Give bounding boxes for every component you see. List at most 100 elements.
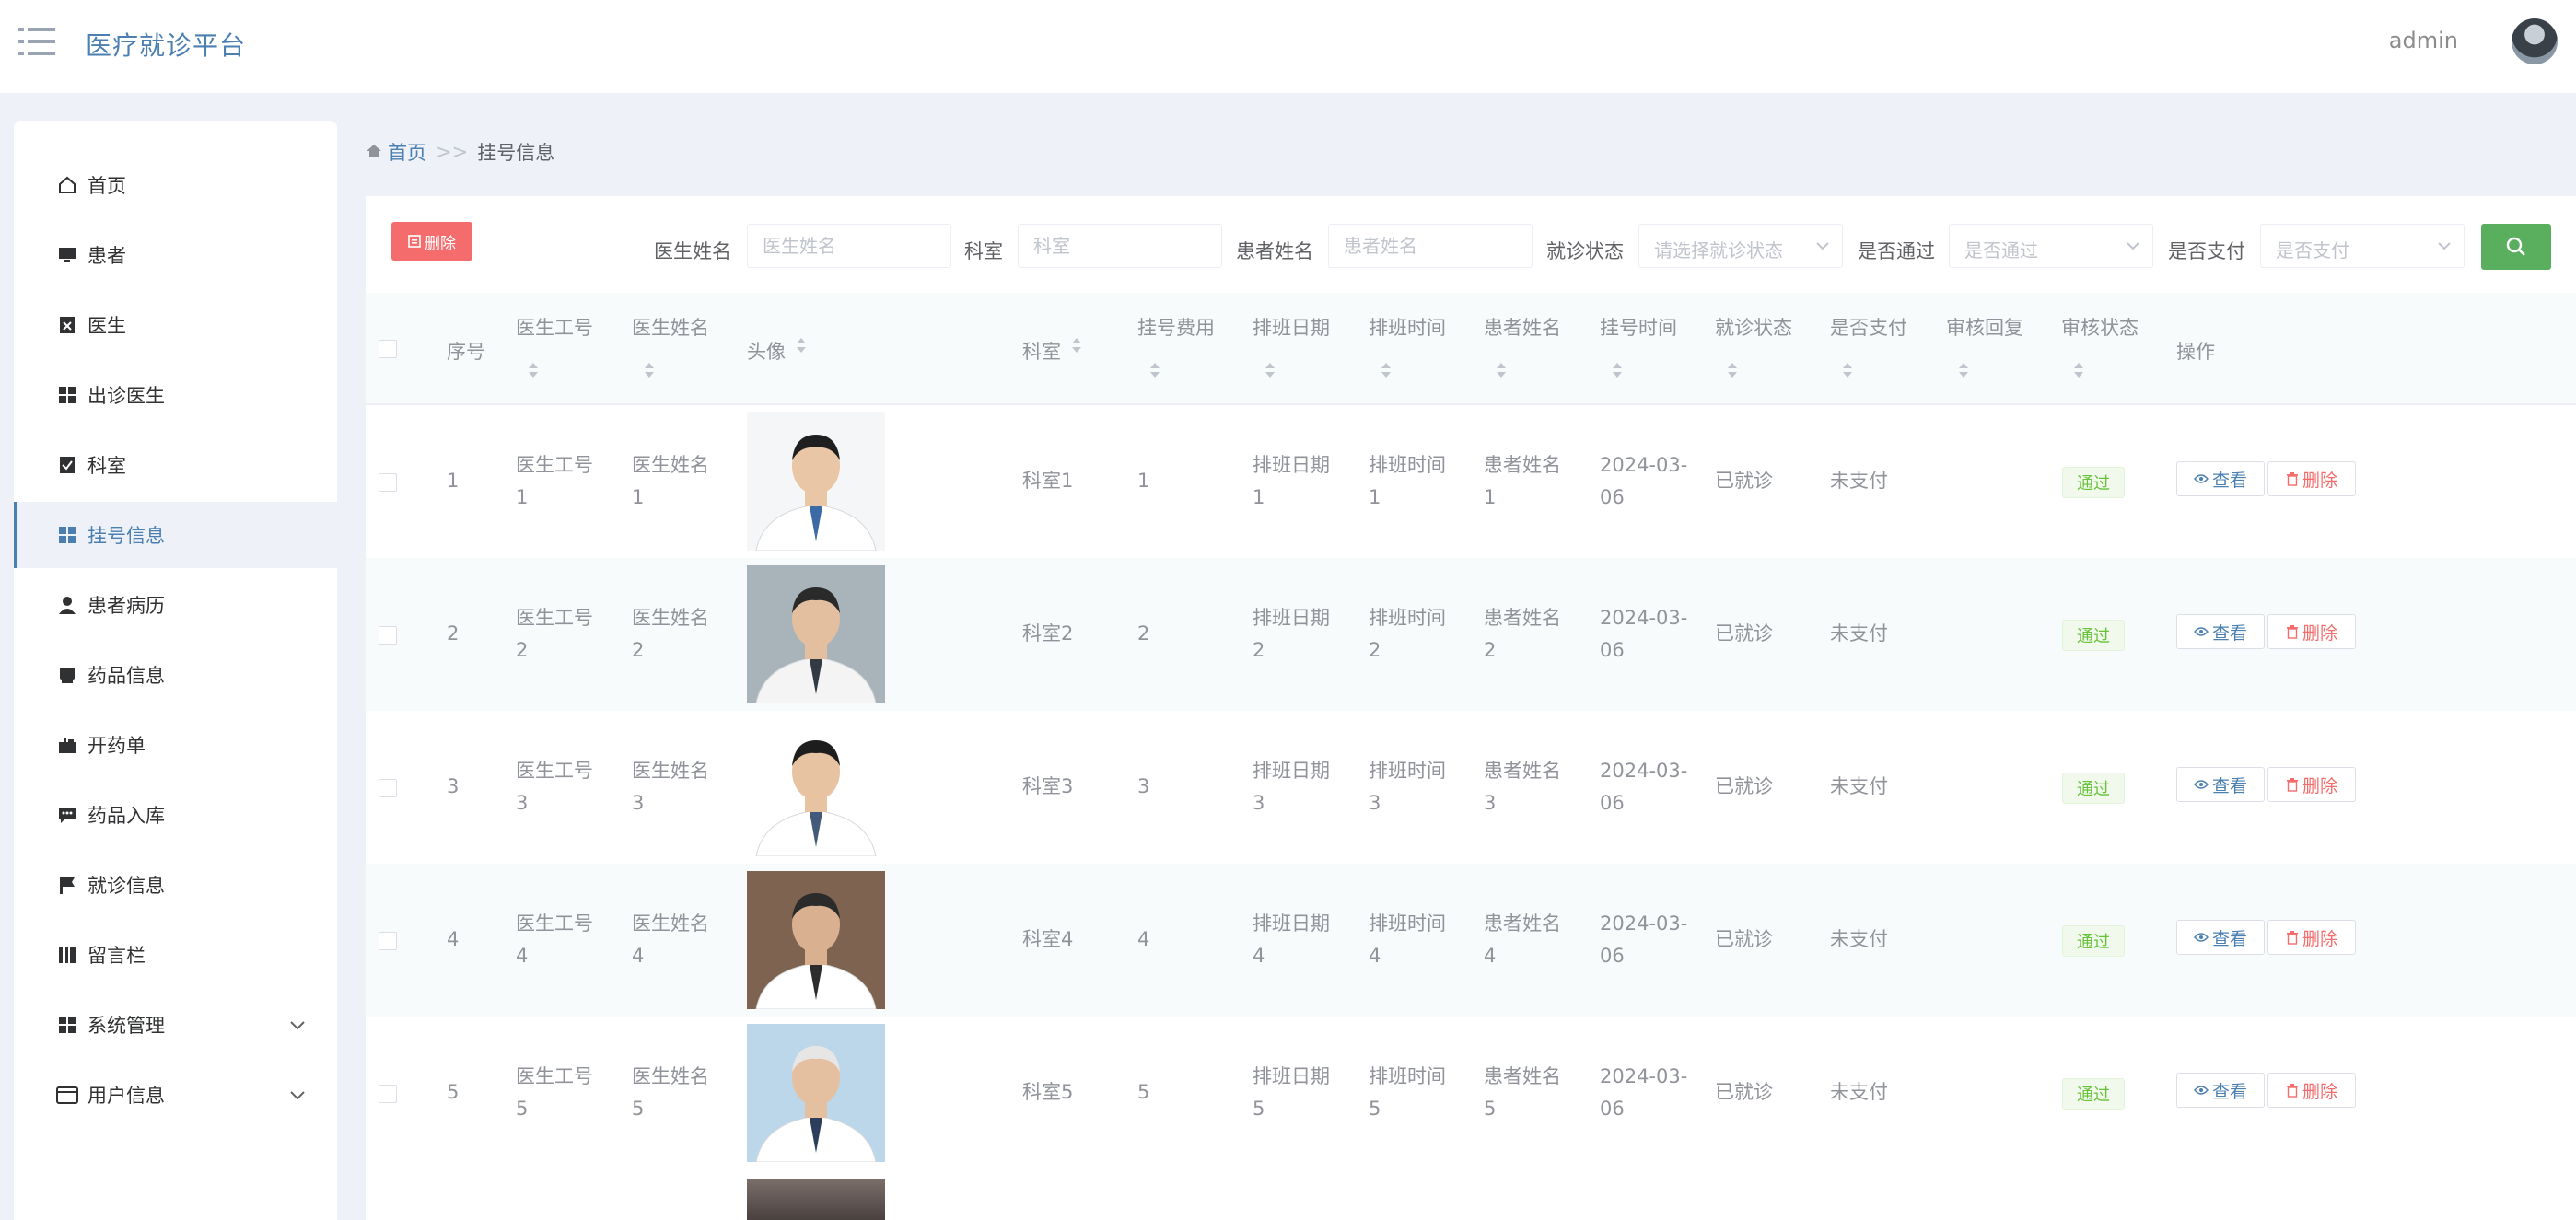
- doctor-name-input[interactable]: [747, 224, 951, 268]
- trash-icon: [2286, 471, 2299, 486]
- view-button[interactable]: 查看: [2176, 920, 2265, 955]
- cell-fee: 1: [1137, 470, 1150, 492]
- sidebar-item-label: 系统管理: [87, 1015, 165, 1037]
- audit-status-badge: 通过: [2062, 1078, 2125, 1110]
- cell-reg-time: 2024-03- 06: [1600, 1065, 1688, 1120]
- row-checkbox[interactable]: [379, 473, 397, 492]
- user-name[interactable]: admin: [2389, 28, 2458, 53]
- sort-icon: [1072, 338, 1081, 354]
- cell-doctor-no: 医生工号 4: [516, 912, 593, 967]
- cell-visit-status: 已就诊: [1715, 470, 1773, 492]
- sort-icon: [1265, 363, 1275, 379]
- sidebar-item-doctor[interactable]: 医生: [14, 292, 337, 358]
- breadcrumb-current: 挂号信息: [477, 142, 555, 164]
- breadcrumb: 首页 >> 挂号信息: [366, 138, 554, 166]
- cell-patient: 患者姓名 3: [1484, 760, 1561, 814]
- chevron-down-icon: [289, 1084, 306, 1106]
- table-row: 5 医生工号 5 医生姓名 5 科室5 5 排班日期 5 排班时间 5 患者姓名 5 2024-03- 06…: [366, 1017, 2576, 1169]
- filter-label-doctor-name: 医生姓名: [654, 240, 731, 262]
- cell-paid: 未支付: [1830, 775, 1888, 797]
- cell-doctor-name: 医生姓名 2: [632, 607, 709, 661]
- cell-doctor-no: 医生工号 3: [516, 760, 593, 814]
- sidebar-item-system-management[interactable]: 系统管理: [14, 992, 337, 1058]
- row-checkbox[interactable]: [379, 932, 397, 950]
- row-checkbox[interactable]: [379, 1085, 397, 1103]
- cell-time: 排班时间 2: [1369, 607, 1446, 661]
- menu-toggle-icon[interactable]: [18, 26, 57, 57]
- select-all-checkbox[interactable]: [379, 340, 397, 358]
- sidebar-item-label: 药品入库: [87, 805, 165, 827]
- sidebar: 首页 患者 医生 出诊医生 科室 挂号信息 患者病历 药品信息 开药单 药品入库…: [14, 121, 337, 1220]
- cell-department: 科室4: [1022, 928, 1074, 950]
- cell-doctor-name: 医生姓名 5: [632, 1065, 709, 1120]
- home-icon: [366, 141, 382, 163]
- visit-status-select[interactable]: 请选择就诊状态: [1638, 224, 1843, 268]
- sidebar-item-drug-stock-in[interactable]: 药品入库: [14, 782, 337, 848]
- view-button[interactable]: 查看: [2176, 1073, 2265, 1108]
- cell-paid: 未支付: [1830, 1081, 1888, 1103]
- view-button[interactable]: 查看: [2176, 461, 2265, 496]
- sidebar-item-drug-info[interactable]: 药品信息: [14, 642, 337, 708]
- grid-icon: [56, 1014, 78, 1036]
- audit-status-badge: 通过: [2062, 773, 2125, 804]
- cell-reg-time: 2024-03- 06: [1600, 912, 1688, 967]
- visit-status-placeholder: 请选择就诊状态: [1654, 239, 1783, 261]
- cell-patient: 患者姓名 2: [1484, 607, 1561, 661]
- cell-doctor-name: 医生姓名 4: [632, 912, 709, 967]
- patient-name-input[interactable]: [1328, 224, 1533, 268]
- table-header: 序号 医生工号 医生姓名 头像 科室 挂号费用 排班日期 排班时间 患者姓名 挂…: [366, 293, 2576, 405]
- grid-icon: [56, 384, 78, 406]
- user-avatar[interactable]: [2512, 18, 2558, 64]
- sidebar-item-visiting-doctor[interactable]: 出诊医生: [14, 362, 337, 428]
- sidebar-item-user-info[interactable]: 用户信息: [14, 1062, 337, 1128]
- sidebar-item-medical-record[interactable]: 患者病历: [14, 572, 337, 638]
- delete-button[interactable]: 删除: [2267, 920, 2356, 955]
- app-title: 医疗就诊平台: [86, 30, 247, 61]
- cell-doctor-no: 医生工号 2: [516, 607, 593, 661]
- sidebar-item-visit-info[interactable]: 就诊信息: [14, 852, 337, 918]
- approved-select[interactable]: 是否通过: [1949, 224, 2153, 268]
- department-input[interactable]: [1018, 224, 1222, 268]
- sidebar-item-prescription[interactable]: 开药单: [14, 712, 337, 778]
- chevron-down-icon: [2125, 238, 2141, 258]
- sort-icon: [2074, 363, 2083, 379]
- delete-button[interactable]: 删除: [2267, 767, 2356, 802]
- card-icon: [56, 1084, 78, 1106]
- cell-reg-time: 2024-03- 06: [1600, 454, 1688, 508]
- sidebar-item-message-board[interactable]: 留言栏: [14, 922, 337, 988]
- batch-delete-button[interactable]: 删除: [391, 222, 472, 261]
- delete-button[interactable]: 删除: [2267, 461, 2356, 496]
- cell-date: 排班日期 4: [1253, 912, 1330, 967]
- breadcrumb-separator: >>: [436, 141, 469, 163]
- cell-patient: 患者姓名 4: [1484, 912, 1561, 967]
- view-button[interactable]: 查看: [2176, 767, 2265, 802]
- delete-button[interactable]: 删除: [2267, 1073, 2356, 1108]
- view-button[interactable]: 查看: [2176, 614, 2265, 649]
- row-checkbox[interactable]: [379, 779, 397, 797]
- sort-icon: [797, 338, 806, 354]
- sidebar-item-registration[interactable]: 挂号信息: [14, 502, 337, 568]
- cell-fee: 4: [1137, 928, 1150, 950]
- sidebar-item-patient[interactable]: 患者: [14, 222, 337, 288]
- main-panel: 删除 医生姓名 科室 患者姓名 就诊状态 请选择就诊状态 是否通过 是否通过 是…: [366, 196, 2576, 1220]
- delete-button[interactable]: 删除: [2267, 614, 2356, 649]
- cell-patient: 患者姓名 5: [1484, 1065, 1561, 1120]
- paid-select[interactable]: 是否支付: [2260, 224, 2465, 268]
- cell-department: 科室5: [1022, 1081, 1074, 1103]
- sidebar-item-label: 留言栏: [87, 945, 146, 967]
- cell-reg-time: 2024-03- 06: [1600, 607, 1688, 661]
- row-checkbox[interactable]: [379, 626, 397, 645]
- sidebar-item-home[interactable]: 首页: [14, 152, 337, 218]
- sidebar-item-label: 挂号信息: [87, 525, 165, 547]
- cell-index: 4: [447, 928, 460, 950]
- trash-icon: [2286, 624, 2299, 639]
- breadcrumb-home[interactable]: 首页: [388, 138, 426, 166]
- search-button[interactable]: [2481, 224, 2551, 270]
- sort-icon: [1150, 363, 1160, 379]
- cell-fee: 2: [1137, 622, 1150, 645]
- sort-icon: [645, 363, 654, 379]
- eye-icon: [2194, 473, 2209, 484]
- sidebar-item-department[interactable]: 科室: [14, 432, 337, 498]
- sort-icon: [1497, 363, 1506, 379]
- clipboard-x-icon: [56, 314, 78, 336]
